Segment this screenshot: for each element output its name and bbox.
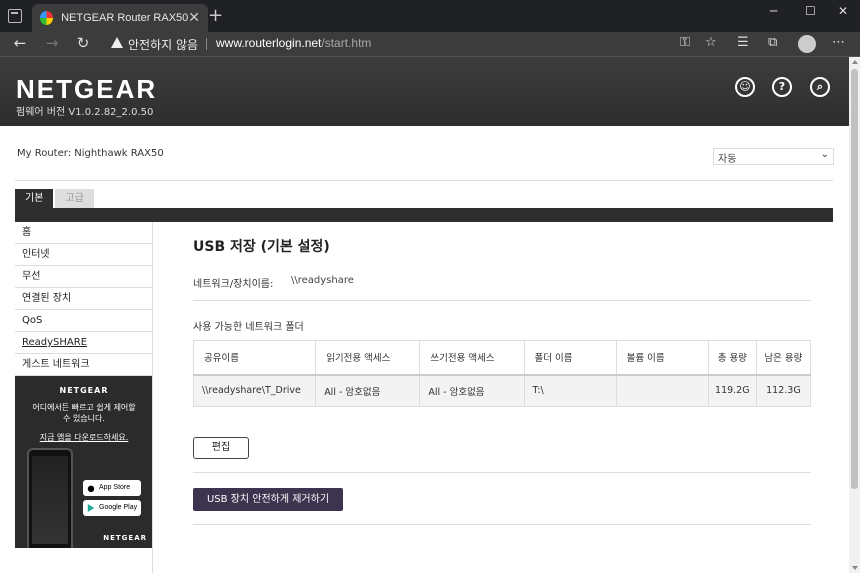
- promo-message: 어디에서든 빠르고 쉽게 제어할 수 있습니다.: [15, 402, 153, 424]
- safely-remove-usb-button[interactable]: USB 장치 안전하게 제거하기: [193, 488, 343, 511]
- phone-image: [27, 448, 73, 548]
- search-icon[interactable]: ⌕: [810, 77, 830, 97]
- url-field[interactable]: www.routerlogin.net/start.htm: [216, 36, 371, 50]
- language-select[interactable]: 자동 ⌄: [713, 148, 834, 165]
- divider: [193, 524, 811, 525]
- app-promo-banner[interactable]: NETGEAR 어디에서든 빠르고 쉽게 제어할 수 있습니다. 지금 앱을 다…: [15, 376, 153, 548]
- url-host: www.routerlogin.net: [216, 36, 322, 50]
- netgear-logo: NETGEAR: [16, 74, 158, 104]
- new-tab-icon[interactable]: +: [208, 5, 223, 26]
- network-name-value: \\readyshare: [291, 275, 354, 286]
- forward-icon[interactable]: →: [42, 34, 62, 52]
- col-free-capacity: 남은 용량: [755, 340, 812, 375]
- firmware-version: 펌웨어 버전 V1.0.2.82_2.0.50: [16, 107, 154, 118]
- scrollbar-thumb[interactable]: [851, 69, 858, 489]
- maximize-icon[interactable]: ☐: [805, 4, 816, 18]
- mode-tabs: 기본 고급: [15, 189, 96, 208]
- divider: [193, 472, 811, 473]
- favicon-icon: [40, 11, 54, 25]
- google-play-label: Google Play: [99, 504, 138, 511]
- col-total-capacity: 총 용량: [707, 340, 757, 375]
- help-icon[interactable]: ?: [772, 77, 792, 97]
- google-play-button[interactable]: Google Play: [83, 500, 141, 516]
- close-tab-icon[interactable]: ✕: [188, 10, 200, 26]
- window-close-icon[interactable]: ✕: [838, 4, 848, 18]
- favorites-icon[interactable]: ☰: [737, 35, 749, 50]
- page-title: USB 저장 (기본 설정): [193, 239, 330, 255]
- my-router: My Router: Nighthawk RAX50: [17, 148, 164, 159]
- chevron-down-icon: ⌄: [820, 149, 829, 160]
- app-store-label: App Store: [99, 484, 131, 491]
- col-share-name: 공유이름: [192, 340, 317, 375]
- sidebar-item-readyshare[interactable]: ReadySHARE: [15, 332, 153, 354]
- url-separator: [206, 38, 207, 50]
- url-path: /start.htm: [321, 36, 372, 50]
- cell-free-capacity: 112.3G: [755, 374, 812, 407]
- promo-download-link[interactable]: 지금 앱을 다운로드하세요.: [15, 432, 153, 443]
- profile-avatar[interactable]: [798, 35, 816, 53]
- sidebar-item-home[interactable]: 홈: [15, 222, 153, 244]
- sidebar-item-internet[interactable]: 인터넷: [15, 244, 153, 266]
- user-icon[interactable]: ☺: [735, 77, 755, 97]
- google-play-icon: [87, 504, 95, 512]
- app-store-button[interactable]: App Store: [83, 480, 141, 496]
- col-write-access: 쓰기전용 액세스: [419, 340, 525, 375]
- col-folder-name: 폴더 이름: [523, 340, 617, 375]
- router-header: NETGEAR 펌웨어 버전 V1.0.2.82_2.0.50 ☺ ? ⌕: [0, 57, 849, 126]
- warning-icon[interactable]: [111, 37, 123, 48]
- cell-write-access: All - 암호없음: [419, 374, 525, 407]
- promo-line-1: 어디에서든 빠르고 쉽게 제어할: [32, 403, 136, 412]
- scroll-up-icon[interactable]: [852, 60, 858, 64]
- edit-button[interactable]: 편집: [193, 437, 249, 459]
- tab-actions-icon[interactable]: [8, 9, 22, 23]
- browser-tab[interactable]: NETGEAR Router RAX50 ✕: [32, 4, 208, 32]
- security-warning[interactable]: 안전하지 않음: [128, 36, 198, 53]
- content-container: My Router: Nighthawk RAX50 자동 ⌄ 기본 고급 홈 …: [15, 126, 834, 573]
- tab-title: NETGEAR Router RAX50: [61, 12, 189, 24]
- cell-read-access: All - 암호없음: [315, 374, 421, 407]
- sidebar: 홈 인터넷 무선 연결된 장치 QoS ReadySHARE 게스트 네트워크: [15, 222, 153, 376]
- language-value: 자동: [718, 154, 737, 165]
- promo-footer-brand: NETGEAR: [103, 534, 147, 542]
- cell-share-name: \\readyshare\T_Drive: [192, 374, 317, 407]
- scroll-down-icon[interactable]: [852, 566, 858, 570]
- favorite-star-icon[interactable]: ☆: [705, 35, 717, 50]
- my-router-name: Nighthawk RAX50: [74, 148, 164, 159]
- tab-advanced[interactable]: 고급: [55, 189, 94, 208]
- promo-line-2: 수 있습니다.: [63, 414, 105, 423]
- minimize-icon[interactable]: ─: [770, 4, 777, 18]
- refresh-icon[interactable]: ↻: [73, 34, 93, 52]
- more-menu-icon[interactable]: ⋯: [832, 35, 845, 50]
- tab-basic[interactable]: 기본: [15, 189, 54, 208]
- cell-total-capacity: 119.2G: [707, 374, 757, 407]
- apple-icon: [87, 485, 95, 492]
- col-volume-name: 볼륨 이름: [615, 340, 709, 375]
- sidebar-divider: [152, 222, 153, 573]
- key-icon[interactable]: ⚿: [680, 35, 690, 50]
- sidebar-item-guest-network[interactable]: 게스트 네트워크: [15, 354, 153, 376]
- table-row[interactable]: \\readyshare\T_Drive All - 암호없음 All - 암호…: [192, 374, 812, 407]
- divider: [15, 180, 833, 181]
- cell-folder-name: T:\: [523, 374, 617, 407]
- divider: [193, 300, 811, 301]
- my-router-label: My Router:: [17, 148, 72, 159]
- folders-table: 공유이름 읽기전용 액세스 쓰기전용 액세스 폴더 이름 볼륨 이름 총 용량 …: [192, 340, 812, 407]
- sidebar-item-wireless[interactable]: 무선: [15, 266, 153, 288]
- cell-volume-name: [615, 374, 709, 407]
- browser-tabbar: NETGEAR Router RAX50 ✕ + ─ ☐ ✕: [0, 0, 860, 32]
- collections-icon[interactable]: ⧉: [768, 35, 777, 50]
- table-header-row: 공유이름 읽기전용 액세스 쓰기전용 액세스 폴더 이름 볼륨 이름 총 용량 …: [192, 340, 812, 375]
- address-toolbar: ← → ↻ 안전하지 않음 www.routerlogin.net/start.…: [0, 32, 860, 56]
- sidebar-item-attached-devices[interactable]: 연결된 장치: [15, 288, 153, 310]
- page-scrollbar[interactable]: [849, 57, 860, 573]
- col-read-access: 읽기전용 액세스: [315, 340, 421, 375]
- sidebar-item-qos[interactable]: QoS: [15, 310, 153, 332]
- page: NETGEAR 펌웨어 버전 V1.0.2.82_2.0.50 ☺ ? ⌕ My…: [0, 57, 849, 573]
- back-icon[interactable]: ←: [10, 34, 30, 52]
- network-name-label: 네트워크/장치이름:: [193, 279, 274, 290]
- promo-brand: NETGEAR: [59, 386, 109, 395]
- folders-title: 사용 가능한 네트워크 폴더: [193, 322, 304, 333]
- tab-bar: [15, 208, 833, 222]
